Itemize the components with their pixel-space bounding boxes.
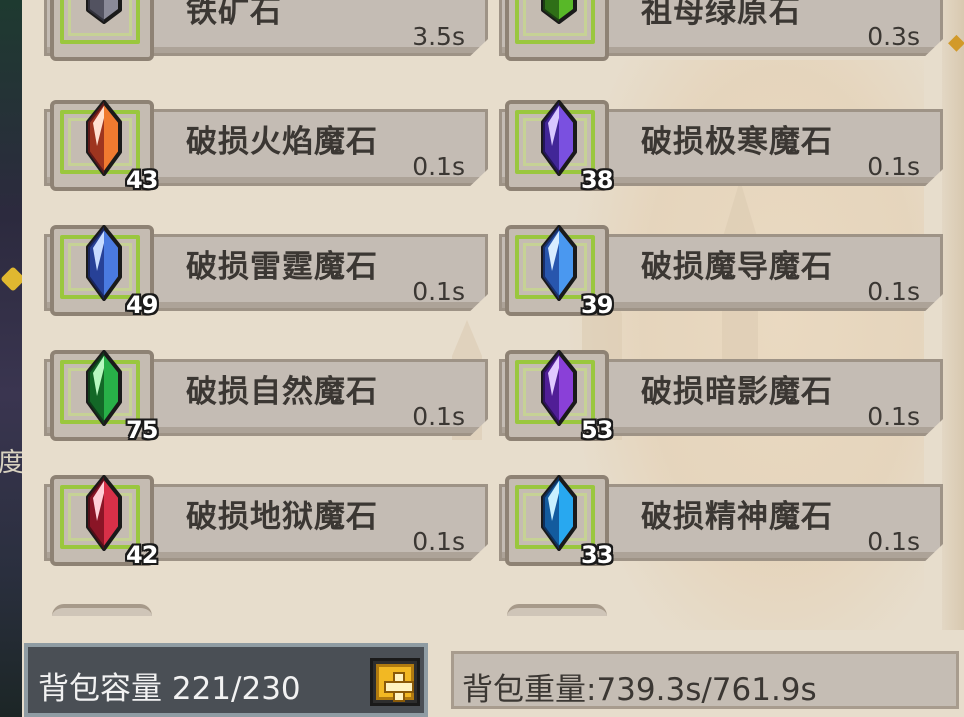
- list-item-partial: [507, 604, 607, 616]
- item-name: 祖母绿原石: [641, 0, 801, 30]
- item-icon-frame: 75: [50, 350, 158, 444]
- list-item[interactable]: 39 破损魔导魔石 0.1s: [499, 225, 946, 319]
- plus-icon: [376, 664, 414, 702]
- shadow-crystal-icon: [541, 350, 577, 426]
- item-name: 破损极寒魔石: [641, 124, 833, 160]
- bag-capacity-panel: 背包容量 221/230: [24, 643, 428, 717]
- item-icon-frame: [50, 0, 154, 61]
- frost-crystal-icon: [541, 100, 577, 176]
- item-count: 43: [126, 166, 158, 194]
- list-item[interactable]: 49 破损雷霆魔石 0.1s: [44, 225, 491, 319]
- item-weight: 0.1s: [412, 277, 465, 306]
- item-count: 49: [126, 291, 158, 319]
- fire-crystal-icon: [86, 100, 122, 176]
- bag-capacity-label: 背包容量 221/230: [38, 671, 301, 707]
- list-item-partial: [52, 604, 152, 616]
- arcane-crystal-icon: [541, 225, 577, 301]
- item-icon-frame: 38: [505, 100, 613, 194]
- chevron-left-icon[interactable]: ◆: [948, 30, 964, 60]
- item-name: 破损火焰魔石: [186, 124, 378, 160]
- item-icon-frame: [505, 0, 609, 61]
- item-icon-frame: 33: [505, 475, 613, 569]
- item-weight: 0.1s: [412, 152, 465, 181]
- item-weight: 0.1s: [867, 402, 920, 431]
- background-scene: 度: [0, 0, 26, 717]
- iron-crystal-icon: [86, 0, 122, 24]
- list-item[interactable]: 铁矿石 3.5s: [44, 0, 491, 61]
- list-item[interactable]: 75 破损自然魔石 0.1s: [44, 350, 491, 444]
- item-name: 破损精神魔石: [641, 499, 833, 535]
- list-item[interactable]: 38 破损极寒魔石 0.1s: [499, 100, 946, 194]
- item-weight: 0.1s: [867, 277, 920, 306]
- emerald-crystal-icon: [541, 0, 577, 24]
- bag-weight-label: 背包重量:739.3s/761.9s: [462, 672, 817, 708]
- bag-weight-panel: 背包重量:739.3s/761.9s: [451, 651, 959, 709]
- item-name: 破损暗影魔石: [641, 374, 833, 410]
- hell-crystal-icon: [86, 475, 122, 551]
- list-item[interactable]: 43 破损火焰魔石 0.1s: [44, 100, 491, 194]
- item-weight: 0.1s: [412, 402, 465, 431]
- list-item[interactable]: 53 破损暗影魔石 0.1s: [499, 350, 946, 444]
- item-name: 破损地狱魔石: [186, 499, 378, 535]
- item-weight: 3.5s: [412, 22, 465, 51]
- list-item[interactable]: 祖母绿原石 0.3s: [499, 0, 946, 61]
- item-weight: 0.1s: [867, 152, 920, 181]
- spirit-crystal-icon: [541, 475, 577, 551]
- item-icon-frame: 42: [50, 475, 158, 569]
- item-count: 38: [581, 166, 613, 194]
- item-name: 破损雷霆魔石: [186, 249, 378, 285]
- item-weight: 0.1s: [867, 527, 920, 556]
- list-item[interactable]: 42 破损地狱魔石 0.1s: [44, 475, 491, 569]
- nature-crystal-icon: [86, 350, 122, 426]
- item-icon-frame: 43: [50, 100, 158, 194]
- item-count: 42: [126, 541, 158, 569]
- background-text: 度: [0, 448, 25, 478]
- item-icon-frame: 39: [505, 225, 613, 319]
- item-name: 铁矿石: [186, 0, 282, 30]
- item-name: 破损魔导魔石: [641, 249, 833, 285]
- item-count: 33: [581, 541, 613, 569]
- item-count: 39: [581, 291, 613, 319]
- item-icon-frame: 49: [50, 225, 158, 319]
- item-weight: 0.3s: [867, 22, 920, 51]
- item-weight: 0.1s: [412, 527, 465, 556]
- item-name: 破损自然魔石: [186, 374, 378, 410]
- item-count: 75: [126, 416, 158, 444]
- item-count: 53: [581, 416, 613, 444]
- list-item[interactable]: 33 破损精神魔石 0.1s: [499, 475, 946, 569]
- thunder-crystal-icon: [86, 225, 122, 301]
- item-icon-frame: 53: [505, 350, 613, 444]
- expand-capacity-button[interactable]: [370, 658, 420, 706]
